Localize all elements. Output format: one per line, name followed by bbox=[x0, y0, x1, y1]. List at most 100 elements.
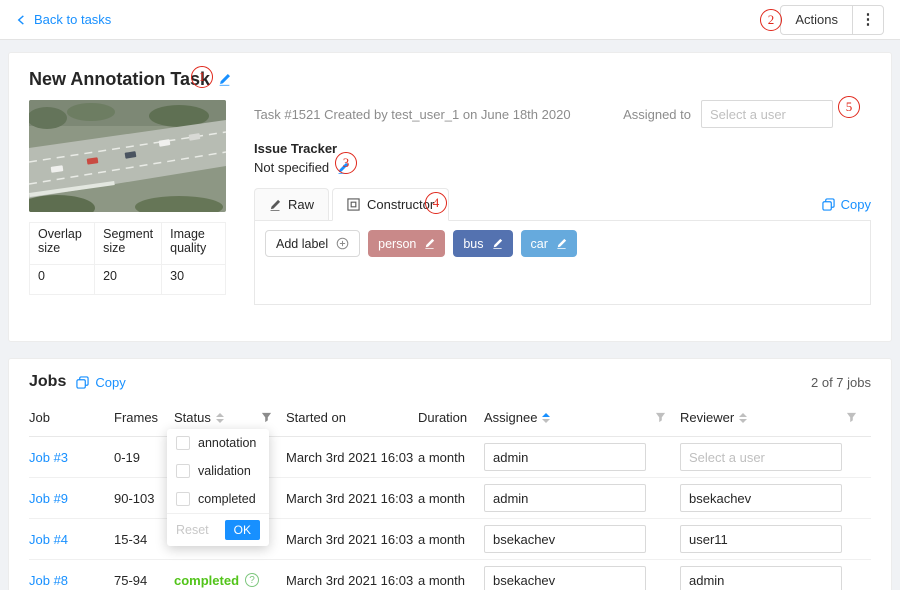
actions-button[interactable]: Actions bbox=[780, 5, 853, 35]
label-person-name: person bbox=[378, 237, 416, 251]
task-params-table: Overlap size Segment size Image quality … bbox=[29, 222, 226, 295]
reviewer-input[interactable] bbox=[680, 443, 842, 471]
tab-raw-label: Raw bbox=[288, 197, 314, 212]
col-duration-label: Duration bbox=[418, 410, 467, 425]
back-to-tasks-link[interactable]: Back to tasks bbox=[16, 12, 111, 27]
column-header-started: Started on bbox=[286, 410, 418, 425]
col-frames-label: Frames bbox=[114, 410, 158, 425]
checkbox-validation[interactable] bbox=[176, 464, 190, 478]
edit-task-name-icon[interactable] bbox=[218, 73, 231, 86]
status-cell: completed ? bbox=[174, 573, 286, 588]
task-card: New Annotation Task bbox=[8, 52, 892, 342]
checkbox-annotation[interactable] bbox=[176, 436, 190, 450]
filter-assignee-icon[interactable] bbox=[655, 412, 666, 423]
labels-tabs: Raw Constructor Copy bbox=[254, 188, 871, 305]
started-cell: March 3rd 2021 16:03 bbox=[286, 573, 418, 588]
add-label-text: Add label bbox=[276, 237, 328, 251]
table-row: Job #9 90-103 March 3rd 2021 16:03 a mon… bbox=[29, 478, 871, 519]
annotation-marker-5: 5 bbox=[838, 96, 860, 118]
param-value-overlap: 0 bbox=[30, 265, 95, 295]
filter-reviewer-icon[interactable] bbox=[846, 412, 857, 423]
label-car-name: car bbox=[531, 237, 548, 251]
duration-cell: a month bbox=[418, 532, 484, 547]
reviewer-input[interactable] bbox=[680, 566, 842, 590]
job-link[interactable]: Job #9 bbox=[29, 491, 68, 506]
table-row: Job #4 15-34 March 3rd 2021 16:03 a mont… bbox=[29, 519, 871, 560]
filter-ok-button[interactable]: OK bbox=[225, 520, 260, 540]
issue-tracker-value: Not specified bbox=[254, 160, 329, 175]
duration-cell: a month bbox=[418, 491, 484, 506]
page: Back to tasks Actions ⋮ New Annotation T… bbox=[0, 0, 900, 590]
task-left-column: Overlap size Segment size Image quality … bbox=[29, 100, 226, 305]
param-header-quality: Image quality bbox=[162, 223, 226, 265]
jobs-title: Jobs bbox=[29, 373, 66, 391]
tab-raw[interactable]: Raw bbox=[254, 188, 329, 220]
annotation-marker-1: 1 bbox=[191, 66, 213, 88]
plus-circle-icon bbox=[336, 237, 349, 250]
add-label-button[interactable]: Add label bbox=[265, 230, 360, 257]
assignee-input[interactable] bbox=[484, 566, 646, 590]
reviewer-input[interactable] bbox=[680, 484, 842, 512]
assigned-to-block: Assigned to bbox=[623, 100, 833, 128]
jobs-card: Jobs Copy 2 of 7 jobs Job Frames Status bbox=[8, 358, 892, 590]
reviewer-input[interactable] bbox=[680, 525, 842, 553]
traffic-scene-graphic bbox=[29, 100, 226, 212]
labels-constructor: Add label person bus bbox=[254, 221, 871, 305]
block-icon bbox=[347, 198, 360, 211]
job-link[interactable]: Job #8 bbox=[29, 573, 68, 588]
sort-status-icon[interactable] bbox=[216, 413, 224, 423]
param-header-overlap: Overlap size bbox=[30, 223, 95, 265]
edit-label-icon[interactable] bbox=[556, 238, 567, 249]
filter-option-validation-label: validation bbox=[198, 464, 251, 478]
task-preview-image bbox=[29, 100, 226, 212]
started-cell: March 3rd 2021 16:03 bbox=[286, 491, 418, 506]
annotation-marker-2: 2 bbox=[760, 9, 782, 31]
copy-labels-link[interactable]: Copy bbox=[822, 197, 871, 220]
copy-label: Copy bbox=[841, 197, 871, 212]
assigned-to-input[interactable] bbox=[701, 100, 833, 128]
filter-status-icon[interactable] bbox=[261, 412, 272, 423]
assignee-input[interactable] bbox=[484, 443, 646, 471]
label-bus-name: bus bbox=[463, 237, 483, 251]
actions-menu-button[interactable]: ⋮ bbox=[852, 5, 884, 35]
column-header-assignee: Assignee bbox=[484, 410, 680, 425]
filter-option-annotation-label: annotation bbox=[198, 436, 256, 450]
jobs-count: 2 of 7 jobs bbox=[811, 375, 871, 390]
edit-label-icon[interactable] bbox=[424, 238, 435, 249]
job-link[interactable]: Job #4 bbox=[29, 532, 68, 547]
edit-label-icon[interactable] bbox=[492, 238, 503, 249]
assignee-input[interactable] bbox=[484, 525, 646, 553]
copy-icon bbox=[76, 376, 89, 389]
duration-cell: a month bbox=[418, 450, 484, 465]
filter-option-annotation[interactable]: annotation bbox=[167, 429, 269, 457]
col-assignee-label: Assignee bbox=[484, 410, 537, 425]
back-label: Back to tasks bbox=[34, 12, 111, 27]
jobs-table: Job Frames Status Started on Duration bbox=[29, 399, 871, 590]
status-filter-dropdown: annotation validation completed Reset OK bbox=[167, 429, 269, 546]
question-circle-icon[interactable]: ? bbox=[245, 573, 259, 587]
assigned-to-label: Assigned to bbox=[623, 107, 691, 122]
frames-cell: 90-103 bbox=[114, 491, 174, 506]
col-started-label: Started on bbox=[286, 410, 346, 425]
assignee-input[interactable] bbox=[484, 484, 646, 512]
param-value-quality: 30 bbox=[162, 265, 226, 295]
filter-option-completed[interactable]: completed bbox=[167, 485, 269, 513]
task-meta: Task #1521 Created by test_user_1 on Jun… bbox=[254, 107, 571, 122]
label-badge-car[interactable]: car bbox=[521, 230, 577, 257]
column-header-job: Job bbox=[29, 410, 114, 425]
pencil-icon bbox=[269, 199, 281, 211]
sort-assignee-icon[interactable] bbox=[542, 413, 550, 423]
back-chevron-icon bbox=[16, 14, 27, 26]
copy-jobs-link[interactable]: Copy bbox=[76, 375, 125, 390]
param-value-segment: 20 bbox=[95, 265, 162, 295]
task-title: New Annotation Task bbox=[29, 69, 210, 90]
label-badge-person[interactable]: person bbox=[368, 230, 445, 257]
sort-reviewer-icon[interactable] bbox=[739, 413, 747, 423]
label-badge-bus[interactable]: bus bbox=[453, 230, 512, 257]
filter-option-completed-label: completed bbox=[198, 492, 256, 506]
filter-option-validation[interactable]: validation bbox=[167, 457, 269, 485]
job-link[interactable]: Job #3 bbox=[29, 450, 68, 465]
filter-reset-button[interactable]: Reset bbox=[176, 523, 209, 537]
checkbox-completed[interactable] bbox=[176, 492, 190, 506]
vertical-dots-icon: ⋮ bbox=[861, 11, 876, 28]
